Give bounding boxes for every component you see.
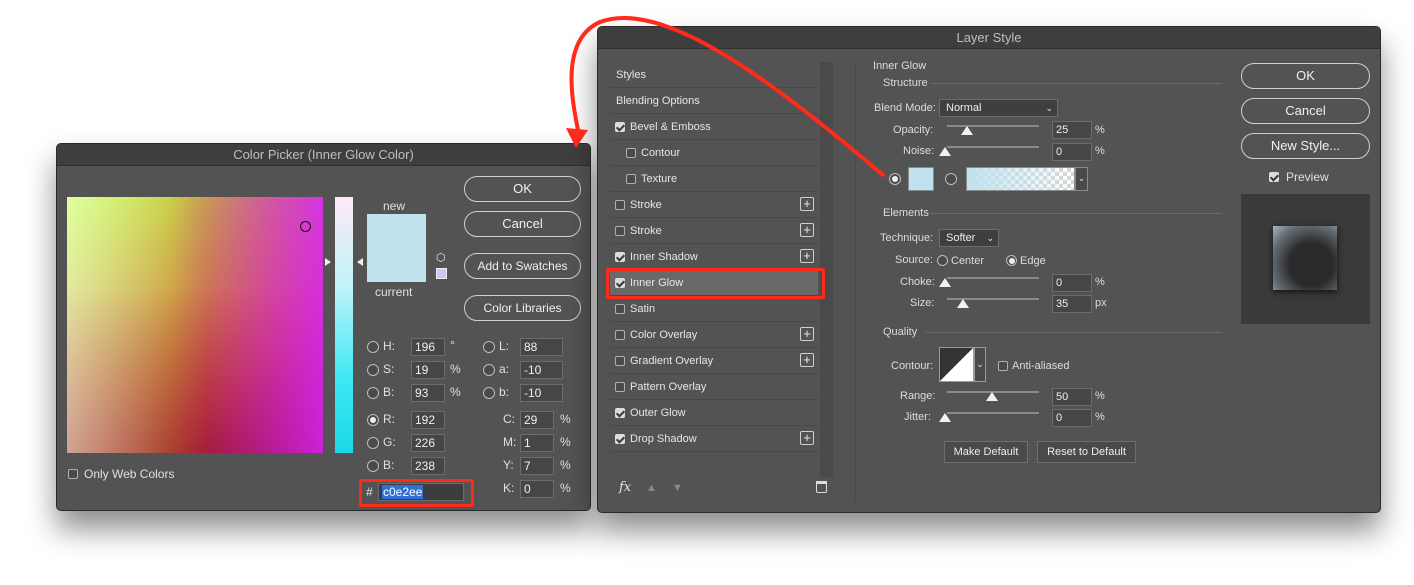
screen: Color Picker (Inner Glow Color) new curr… — [0, 0, 1414, 585]
arrow-head — [566, 128, 588, 148]
annotation-arrows — [566, 16, 886, 178]
arrow-curve-to-picker — [569, 16, 886, 178]
